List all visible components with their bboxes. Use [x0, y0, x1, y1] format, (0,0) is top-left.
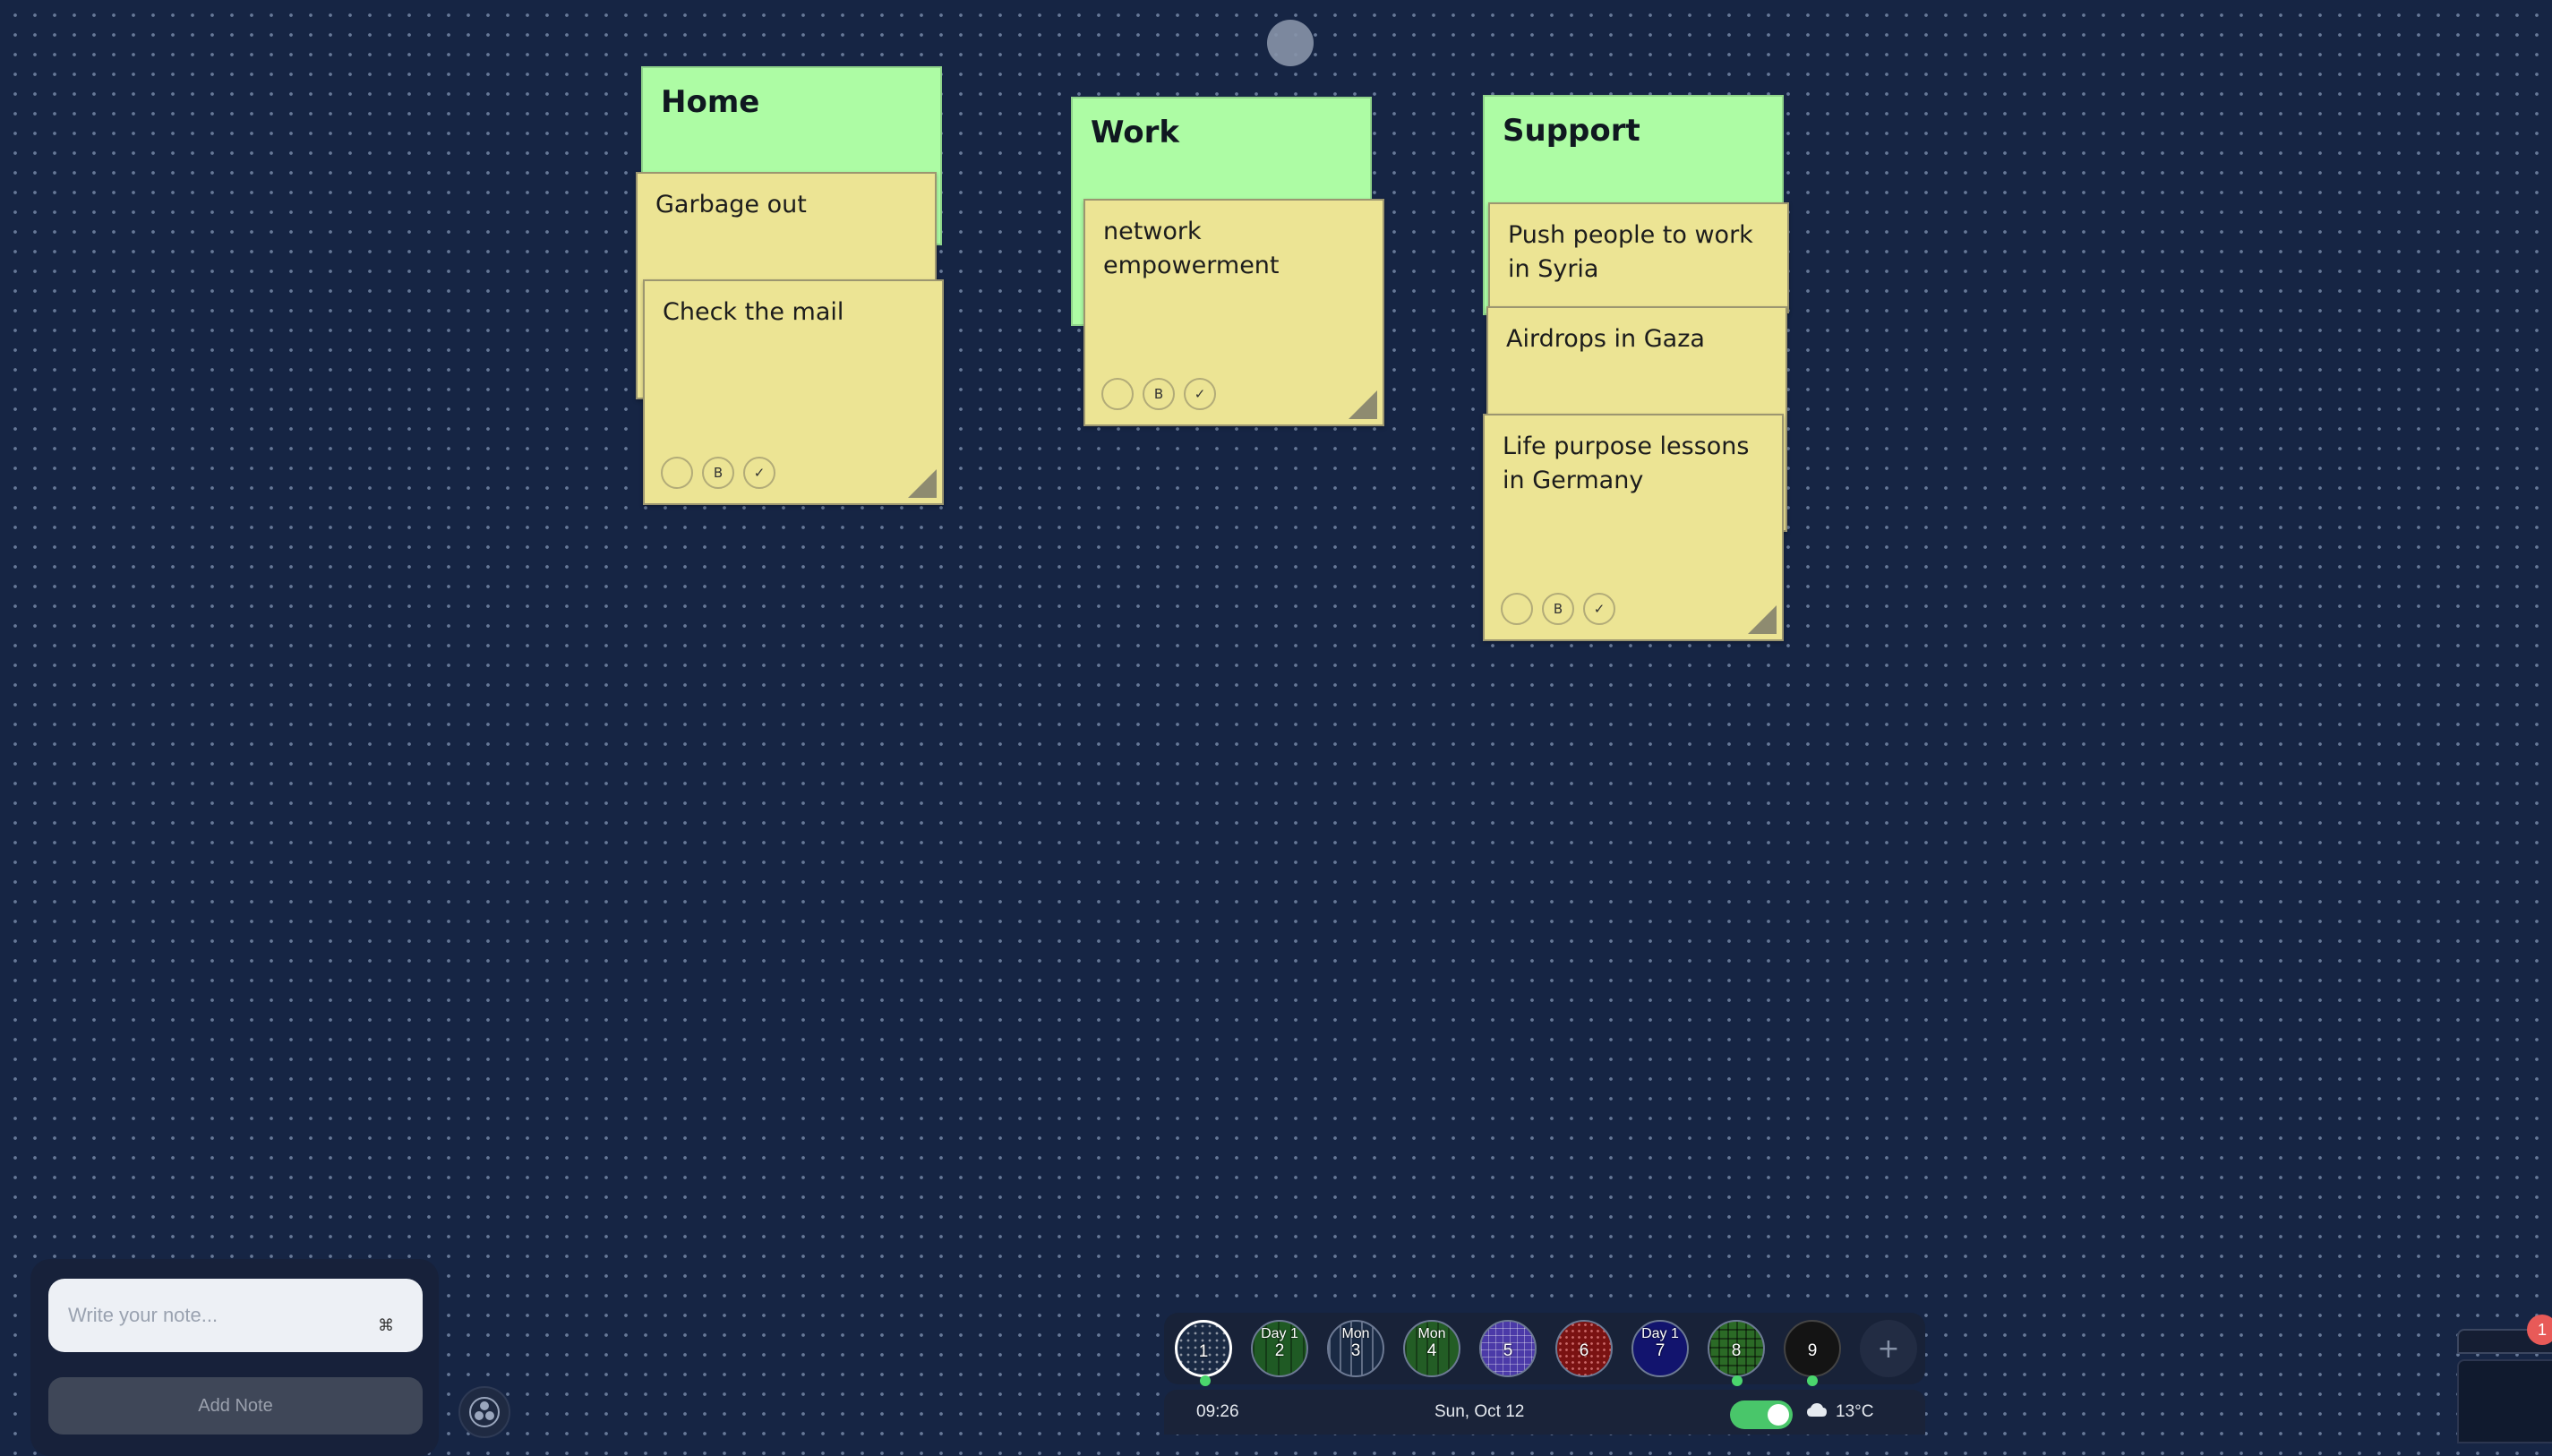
add-note-button[interactable]: Add Note	[48, 1377, 423, 1435]
note-text: network empowerment	[1103, 218, 1280, 279]
group-title: Support	[1503, 113, 1640, 149]
active-indicator	[1807, 1375, 1818, 1386]
hub-button[interactable]	[458, 1386, 510, 1438]
note-controls: B ✓	[1501, 593, 1615, 625]
cloud-icon	[1807, 1403, 1827, 1417]
workspace-4[interactable]: Mon 4	[1403, 1320, 1460, 1377]
note-card[interactable]: network empowerment B ✓	[1083, 199, 1384, 426]
group-title: Home	[661, 84, 760, 120]
workspace-2[interactable]: Day 1 2	[1251, 1320, 1308, 1377]
bold-button[interactable]: B	[702, 457, 734, 489]
notification-badge[interactable]: 1	[2527, 1315, 2552, 1345]
temperature: 13°C	[1836, 1402, 1874, 1421]
corner-panel[interactable]	[2457, 1359, 2552, 1443]
theme-toggle[interactable]	[1730, 1400, 1793, 1429]
note-controls: B ✓	[661, 457, 775, 489]
workspace-8[interactable]: 8	[1708, 1320, 1765, 1377]
check-button[interactable]: ✓	[743, 457, 775, 489]
active-indicator	[1200, 1375, 1211, 1386]
command-icon: ⌘	[378, 1316, 394, 1335]
hub-icon	[469, 1397, 500, 1427]
note-card[interactable]: Push people to work in Syria	[1488, 202, 1789, 313]
note-card[interactable]: Life purpose lessons in Germany B ✓	[1483, 414, 1784, 641]
note-card[interactable]: Check the mail B ✓	[643, 279, 944, 505]
workspace-3[interactable]: Mon 3	[1327, 1320, 1384, 1377]
note-text: Airdrops in Gaza	[1506, 325, 1705, 353]
color-button[interactable]	[1101, 378, 1134, 410]
note-controls: B ✓	[1101, 378, 1216, 410]
note-text: Life purpose lessons in Germany	[1503, 433, 1750, 494]
workspace-7[interactable]: Day 1 7	[1631, 1320, 1689, 1377]
note-composer: ⌘ Add Note	[30, 1259, 439, 1456]
toggle-knob	[1768, 1404, 1789, 1426]
active-indicator	[1732, 1375, 1743, 1386]
add-workspace-button[interactable]: +	[1860, 1320, 1917, 1377]
bold-button[interactable]: B	[1542, 593, 1574, 625]
drag-handle[interactable]	[1267, 20, 1314, 66]
status-bar: 09:26 Sun, Oct 12 13°C	[1164, 1390, 1925, 1435]
workspace-5[interactable]: 5	[1479, 1320, 1537, 1377]
color-button[interactable]	[661, 457, 693, 489]
clock: 09:26	[1196, 1402, 1239, 1421]
check-button[interactable]: ✓	[1184, 378, 1216, 410]
bold-button[interactable]: B	[1143, 378, 1175, 410]
note-text: Check the mail	[663, 298, 844, 326]
group-title: Work	[1091, 115, 1180, 150]
color-button[interactable]	[1501, 593, 1533, 625]
workspace-bar: 1 Day 1 2 Mon 3 Mon 4 5 6 Day 1 7 8 9 +	[1164, 1313, 1925, 1384]
workspace-9[interactable]: 9	[1784, 1320, 1841, 1377]
resize-handle-icon[interactable]	[908, 469, 937, 498]
resize-handle-icon[interactable]	[1748, 605, 1777, 634]
note-input[interactable]	[48, 1279, 423, 1352]
note-text: Push people to work in Syria	[1508, 221, 1753, 283]
note-text: Garbage out	[655, 191, 807, 218]
workspace-6[interactable]: 6	[1555, 1320, 1613, 1377]
workspace-1[interactable]: 1	[1175, 1320, 1232, 1377]
resize-handle-icon[interactable]	[1349, 390, 1377, 419]
date: Sun, Oct 12	[1434, 1402, 1525, 1421]
check-button[interactable]: ✓	[1583, 593, 1615, 625]
